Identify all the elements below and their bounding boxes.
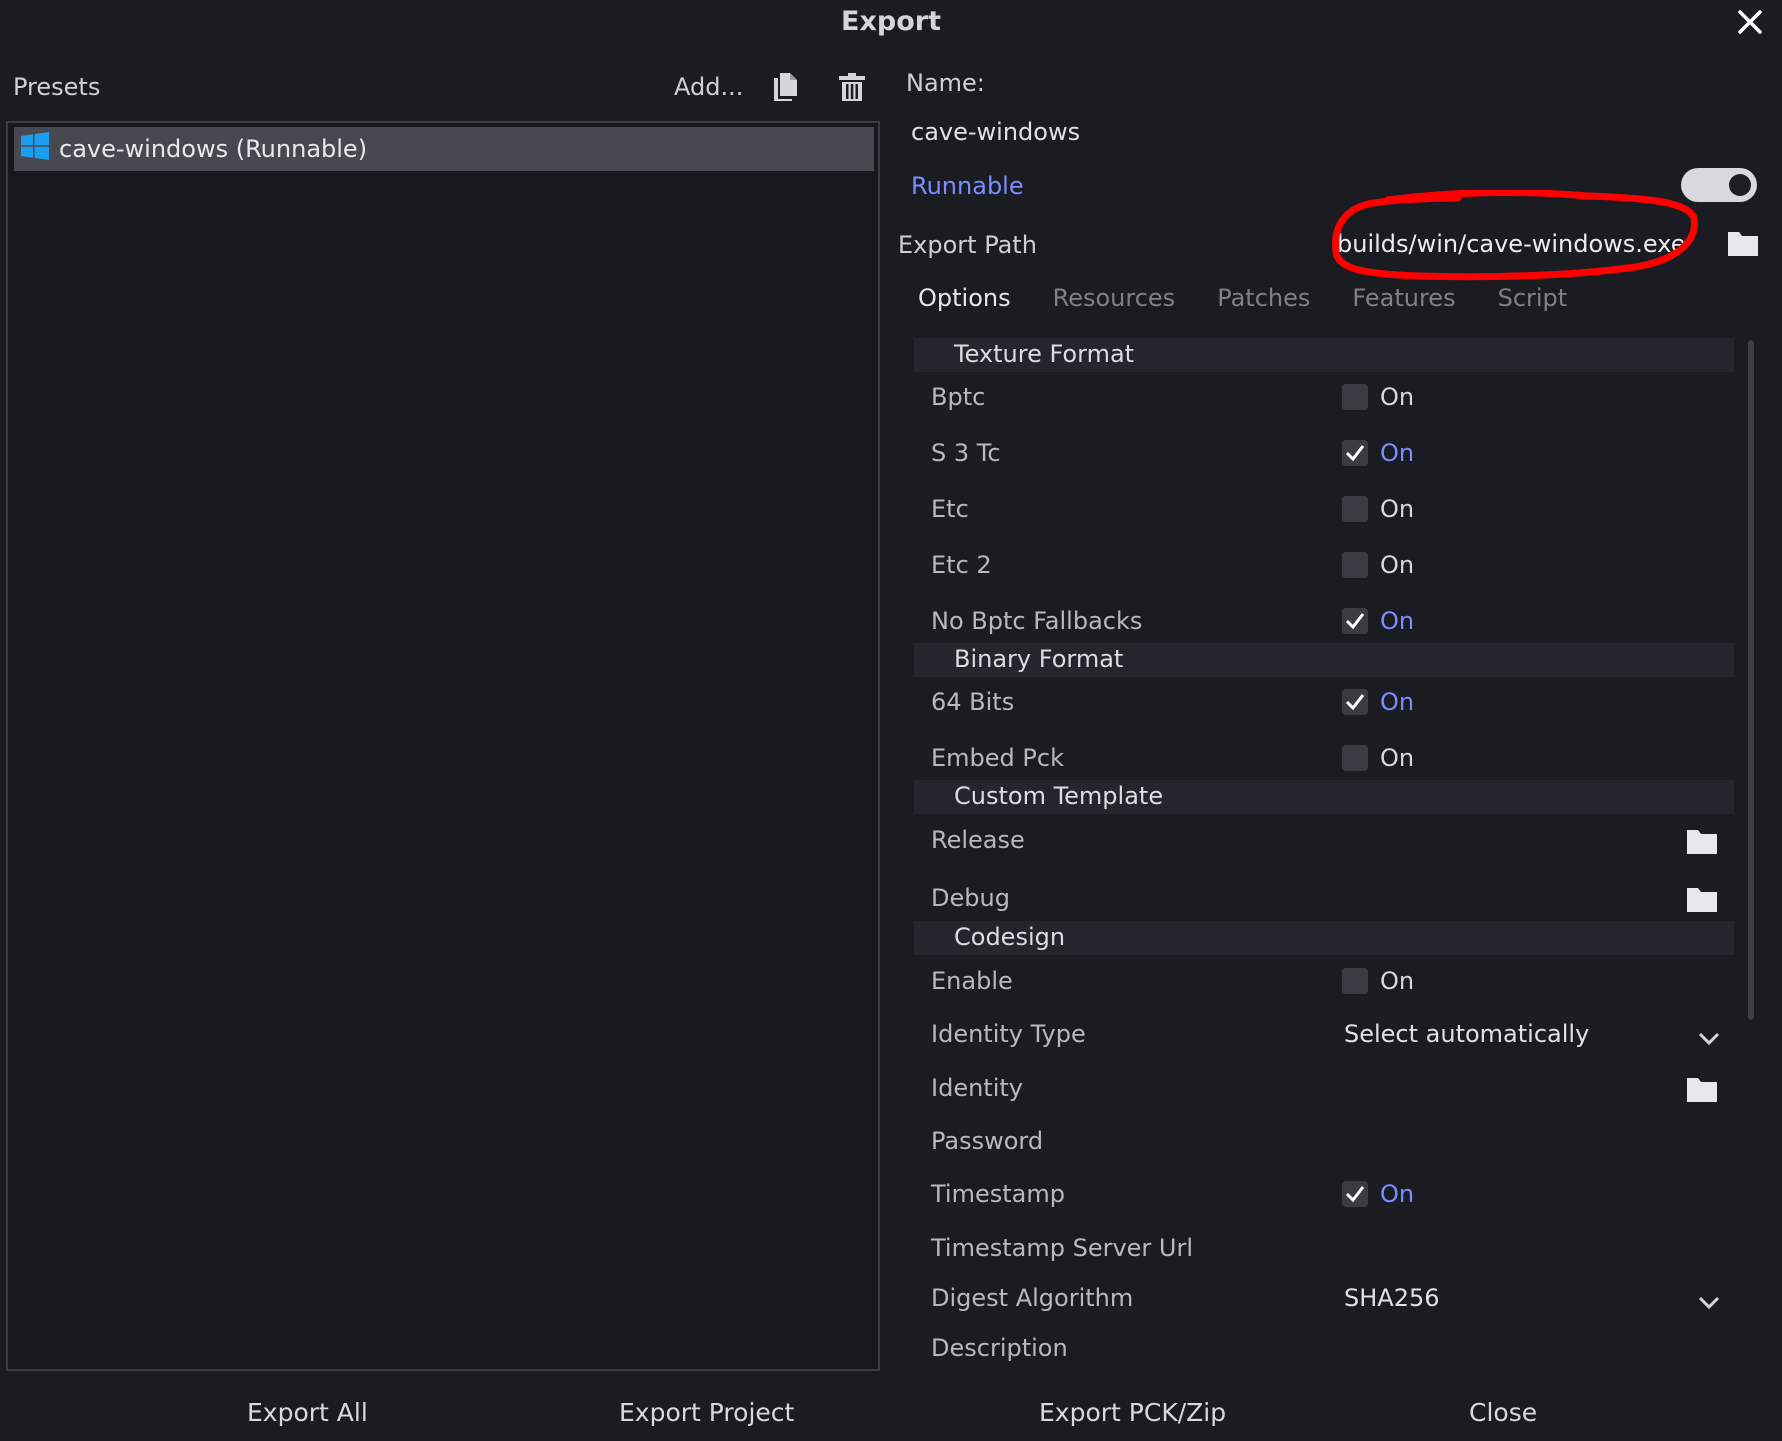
embed-pck-on-label: On (1380, 744, 1415, 772)
timestamp-on-label: On (1380, 1180, 1415, 1208)
add-preset-button[interactable]: Add... (674, 73, 743, 101)
debug-label: Debug (931, 884, 1010, 912)
export-path-field[interactable]: builds/win/cave-windows.exe (1337, 218, 1689, 270)
embed-pck-label: Embed Pck (931, 744, 1064, 772)
chevron-down-icon[interactable] (1698, 1288, 1720, 1316)
s3tc-checkbox[interactable] (1342, 440, 1368, 466)
identity-folder-icon[interactable] (1687, 1076, 1717, 1108)
tab-patches[interactable]: Patches (1217, 284, 1310, 312)
64-bits-label: 64 Bits (931, 688, 1015, 716)
enable-checkbox[interactable] (1342, 968, 1368, 994)
etc2-checkbox[interactable] (1342, 552, 1368, 578)
timestamp-label: Timestamp (931, 1180, 1065, 1208)
password-label: Password (931, 1127, 1044, 1155)
delete-icon[interactable] (835, 70, 869, 104)
no-bptc-fallbacks-checkbox[interactable] (1342, 608, 1368, 634)
section-label: Custom Template (954, 782, 1164, 810)
presets-list[interactable]: cave-windows (Runnable) (6, 121, 880, 1371)
etc-checkbox[interactable] (1342, 496, 1368, 522)
bptc-checkbox[interactable] (1342, 384, 1368, 410)
enable-label: Enable (931, 967, 1013, 995)
tab-features[interactable]: Features (1352, 284, 1455, 312)
bptc-on-label: On (1380, 383, 1415, 411)
preset-name-field[interactable]: cave-windows (911, 118, 1080, 146)
release-label: Release (931, 826, 1025, 854)
s3tc-on-label: On (1380, 439, 1415, 467)
timestamp-server-url-label: Timestamp Server Url (931, 1234, 1194, 1262)
64-bits-checkbox[interactable] (1342, 689, 1368, 715)
digest-algorithm-label: Digest Algorithm (931, 1284, 1134, 1312)
tab-options[interactable]: Options (918, 284, 1011, 312)
release-folder-icon[interactable] (1687, 828, 1717, 860)
toggle-knob (1729, 174, 1751, 196)
preset-item-cave-windows[interactable]: cave-windows (Runnable) (14, 127, 874, 171)
section-label: Texture Format (954, 340, 1135, 368)
identity-label: Identity (931, 1074, 1023, 1102)
etc2-on-label: On (1380, 551, 1415, 579)
timestamp-checkbox[interactable] (1342, 1181, 1368, 1207)
presets-label: Presets (13, 73, 101, 101)
section-custom-template[interactable]: Custom Template (914, 780, 1734, 814)
etc2-label: Etc 2 (931, 551, 992, 579)
windows-logo-icon (21, 132, 49, 166)
dialog-title: Export (841, 6, 941, 37)
folder-icon[interactable] (1728, 230, 1758, 262)
options-scrollbar[interactable] (1748, 340, 1754, 1020)
no-bptc-fallbacks-on-label: On (1380, 607, 1415, 635)
no-bptc-fallbacks-label: No Bptc Fallbacks (931, 607, 1143, 635)
section-label: Codesign (954, 923, 1066, 951)
export-all-button[interactable]: Export All (247, 1398, 368, 1427)
section-label: Binary Format (954, 645, 1124, 673)
duplicate-icon[interactable] (768, 70, 802, 104)
name-label: Name: (906, 69, 985, 97)
bptc-label: Bptc (931, 383, 986, 411)
identity-type-label: Identity Type (931, 1020, 1086, 1048)
section-texture-format[interactable]: Texture Format (914, 338, 1734, 372)
export-project-button[interactable]: Export Project (619, 1398, 794, 1427)
64-bits-on-label: On (1380, 688, 1415, 716)
s3tc-label: S 3 Tc (931, 439, 1001, 467)
export-pck-zip-button[interactable]: Export PCK/Zip (1039, 1398, 1226, 1427)
embed-pck-checkbox[interactable] (1342, 745, 1368, 771)
preset-item-label: cave-windows (Runnable) (59, 135, 368, 163)
runnable-toggle[interactable] (1681, 168, 1757, 202)
options-tabs: Options Resources Patches Features Scrip… (918, 284, 1609, 312)
etc-label: Etc (931, 495, 969, 523)
options-inspector: Texture Format Bptc On S 3 Tc On Etc On … (914, 338, 1734, 1368)
digest-algorithm-dropdown[interactable]: SHA256 (1344, 1284, 1440, 1312)
close-icon[interactable] (1730, 2, 1770, 42)
enable-on-label: On (1380, 967, 1415, 995)
tab-script[interactable]: Script (1498, 284, 1568, 312)
etc-on-label: On (1380, 495, 1415, 523)
section-codesign[interactable]: Codesign (914, 921, 1734, 955)
tab-resources[interactable]: Resources (1053, 284, 1176, 312)
debug-folder-icon[interactable] (1687, 886, 1717, 918)
description-label: Description (931, 1334, 1068, 1362)
identity-type-dropdown[interactable]: Select automatically (1344, 1020, 1589, 1048)
close-button[interactable]: Close (1469, 1398, 1537, 1427)
export-path-label: Export Path (898, 231, 1037, 259)
chevron-down-icon[interactable] (1698, 1024, 1720, 1052)
runnable-label: Runnable (911, 172, 1024, 200)
section-binary-format[interactable]: Binary Format (914, 643, 1734, 677)
